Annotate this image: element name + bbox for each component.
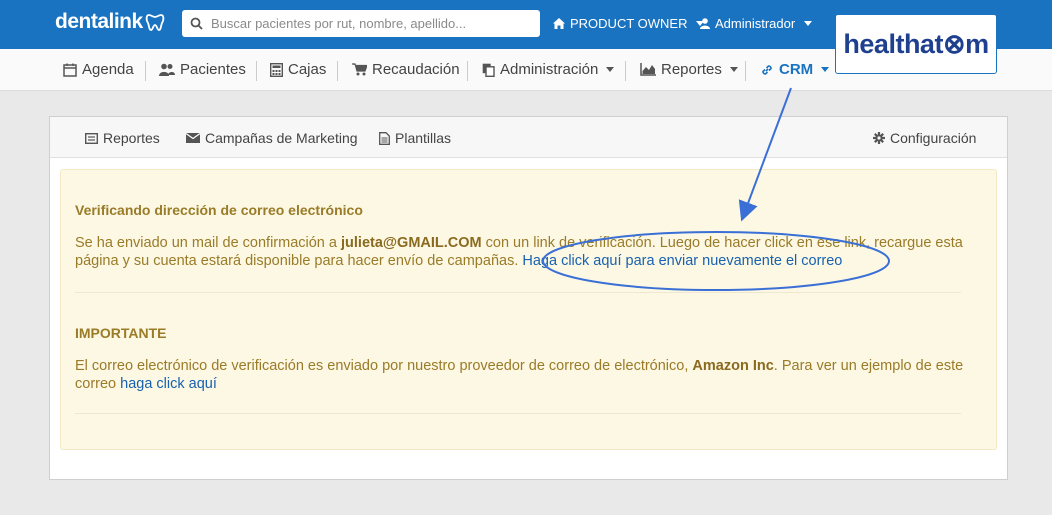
calendar-icon: [63, 63, 77, 77]
nav-label: Recaudación: [372, 61, 460, 78]
nav-recaudacion[interactable]: Recaudación: [352, 61, 460, 78]
resend-email-link[interactable]: Haga click aquí para enviar nuevamente e…: [522, 253, 842, 269]
logo-text: dentalink: [55, 10, 143, 33]
nav-reportes[interactable]: Reportes: [640, 61, 738, 78]
gear-icon: [873, 132, 885, 144]
users-icon: [159, 63, 175, 76]
copy-icon: [482, 63, 495, 77]
nav-administracion[interactable]: Administración: [482, 61, 615, 78]
area-chart-icon: [640, 63, 656, 76]
nav-crm[interactable]: CRM: [760, 61, 830, 78]
role-label: PRODUCT OWNER: [570, 16, 688, 31]
home-icon: [553, 18, 565, 29]
tab-label: Campañas de Marketing: [205, 130, 358, 146]
divider: [75, 413, 961, 414]
calculator-icon: [270, 62, 283, 77]
chevron-down-icon: [804, 21, 813, 26]
tab-label: Configuración: [890, 130, 977, 146]
divider: [75, 292, 961, 293]
tab-label: Reportes: [103, 130, 160, 146]
nav-agenda[interactable]: Agenda: [63, 61, 134, 78]
message-text: El correo electrónico de verificación es…: [75, 358, 693, 374]
chevron-down-icon: [729, 67, 738, 72]
nav-label: Pacientes: [180, 61, 246, 78]
important-heading: IMPORTANTE: [75, 325, 167, 341]
healthatom-logo: healthat⊗m: [835, 14, 997, 74]
tooth-icon: [145, 14, 164, 31]
search-input[interactable]: [211, 16, 531, 31]
healthatom-text: healthat⊗m: [843, 28, 989, 59]
crm-subnav: Reportes Campañas de Marketing Plantilla…: [50, 117, 1007, 158]
user-dropdown[interactable]: Administrador: [700, 16, 813, 31]
chevron-down-icon: [821, 67, 830, 72]
link-icon: [762, 64, 772, 75]
cart-icon: [352, 63, 367, 76]
tab-campanas-marketing[interactable]: Campañas de Marketing: [186, 130, 358, 146]
tab-plantillas[interactable]: Plantillas: [379, 130, 451, 146]
envelope-icon: [186, 133, 200, 143]
file-text-icon: [379, 131, 390, 145]
nav-divider: [145, 61, 146, 81]
nav-label: CRM: [779, 61, 814, 78]
configuracion-button[interactable]: Configuración: [873, 130, 976, 146]
nav-label: Administración: [500, 61, 599, 78]
chevron-down-icon: [606, 67, 615, 72]
nav-cajas[interactable]: Cajas: [270, 61, 326, 78]
email-verification-alert: Verificando dirección de correo electrón…: [60, 169, 997, 450]
nav-label: Reportes: [661, 61, 722, 78]
nav-pacientes[interactable]: Pacientes: [159, 61, 246, 78]
tab-label: Plantillas: [395, 130, 452, 146]
message-text: Se ha enviado un mail de confirmación a: [75, 235, 341, 251]
user-icon: [700, 18, 710, 29]
user-label: Administrador: [715, 16, 796, 31]
verification-message: Se ha enviado un mail de confirmación a …: [75, 234, 975, 270]
search-icon: [190, 17, 203, 30]
alert-heading: Verificando dirección de correo electrón…: [75, 202, 363, 218]
tab-reportes[interactable]: Reportes: [85, 130, 160, 146]
crm-panel: Reportes Campañas de Marketing Plantilla…: [49, 116, 1008, 480]
nav-divider: [625, 61, 626, 81]
dentalink-logo[interactable]: dentalink: [55, 10, 165, 34]
nav-label: Cajas: [288, 61, 327, 78]
nav-divider: [337, 61, 338, 81]
patient-search[interactable]: [182, 10, 540, 37]
provider-message: El correo electrónico de verificación es…: [75, 357, 975, 393]
email-address: julieta@GMAIL.COM: [341, 235, 482, 251]
example-email-link[interactable]: haga click aquí: [120, 376, 217, 392]
nav-divider: [256, 61, 257, 81]
provider-name: Amazon Inc: [692, 358, 774, 374]
nav-divider: [467, 61, 468, 81]
nav-divider: [745, 61, 746, 81]
role-dropdown[interactable]: PRODUCT OWNER: [553, 16, 705, 31]
nav-label: Agenda: [82, 61, 134, 78]
list-alt-icon: [85, 132, 98, 144]
